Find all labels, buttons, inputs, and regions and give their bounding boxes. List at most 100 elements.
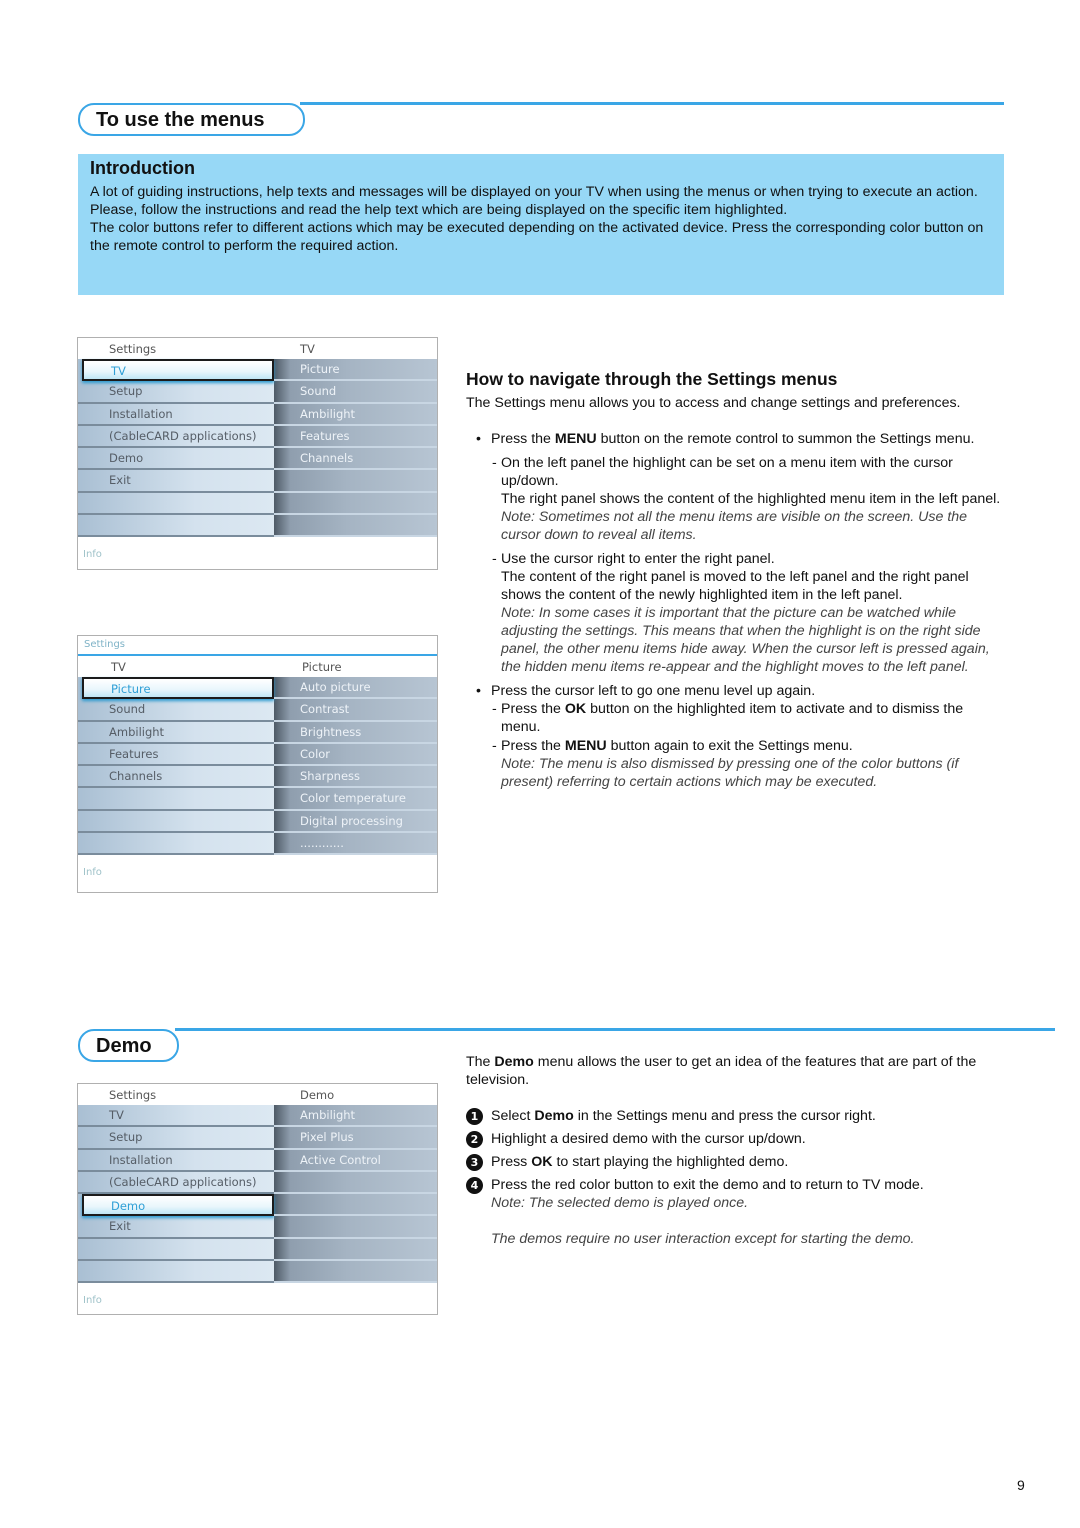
note: Note: The selected demo is played once.: [491, 1195, 749, 1211]
menu-right-item[interactable]: Digital processing: [274, 811, 437, 834]
step-number-icon: 2: [466, 1131, 483, 1148]
menu-right-item[interactable]: [274, 1216, 437, 1239]
menu-right-item[interactable]: Auto picture: [274, 677, 437, 700]
menu-right-item[interactable]: [274, 1261, 437, 1284]
menu-left-item[interactable]: Exit: [78, 470, 274, 493]
step-number-icon: 4: [466, 1177, 483, 1194]
menu-header: Settings TV: [78, 338, 437, 359]
menu-left-item-selected[interactable]: TV: [82, 359, 274, 382]
step-number-icon: 3: [466, 1154, 483, 1171]
menu-panels: Picture Sound Ambilight Features Channels Au…: [78, 677, 437, 856]
text: Press: [491, 1154, 532, 1170]
key-ok: OK: [531, 1154, 553, 1170]
text: button on the remote control to summon t…: [596, 431, 975, 447]
key-menu: MENU: [564, 738, 607, 754]
menu-left-item[interactable]: Sound: [78, 699, 274, 722]
intro-paragraph: Please, follow the instructions and read…: [90, 202, 788, 218]
menu-right-panel: Ambilight Pixel Plus Active Control: [274, 1105, 437, 1284]
menu-breadcrumb: Settings: [78, 636, 437, 656]
menu-right-item[interactable]: [274, 1194, 437, 1217]
text: The content of the right panel is moved …: [501, 569, 969, 603]
navigate-section: How to navigate through the Settings men…: [466, 370, 1006, 791]
menu-right-item[interactable]: Pixel Plus: [274, 1127, 437, 1150]
menu-right-item[interactable]: Features: [274, 426, 437, 449]
demo-step: 1 Select Demo in the Settings menu and p…: [466, 1107, 1006, 1125]
text: On the left panel the highlight can be s…: [501, 455, 953, 489]
menu-right-item[interactable]: Sound: [274, 381, 437, 404]
menu-right-item[interactable]: Ambilight: [274, 1105, 437, 1128]
demo-step: 3 Press OK to start playing the highligh…: [466, 1153, 1006, 1171]
menu-right-header: TV: [300, 342, 315, 356]
menu-right-item[interactable]: [274, 515, 437, 538]
intro-paragraph: A lot of guiding instructions, help text…: [90, 184, 978, 200]
text: Press the: [501, 738, 565, 754]
tv-menu-screenshot-demo: Settings Demo TV Setup Installation (CableC…: [77, 1083, 438, 1315]
menu-right-item[interactable]: Color temperature: [274, 788, 437, 811]
dash-item: - On the left panel the highlight can be…: [466, 454, 1006, 544]
section-title-menus: To use the menus: [78, 103, 305, 136]
dash-item: - Press the MENU button again to exit th…: [466, 737, 1006, 791]
menu-left-item[interactable]: [78, 515, 274, 538]
menu-left-item[interactable]: (CableCARD applications): [78, 1172, 274, 1195]
menu-right-item[interactable]: Picture: [274, 359, 437, 382]
menu-left-item[interactable]: Ambilight: [78, 722, 274, 744]
menu-left-item[interactable]: Features: [78, 744, 274, 767]
menu-right-header: Demo: [300, 1088, 335, 1102]
menu-left-item[interactable]: Installation: [78, 1150, 274, 1172]
menu-left-panel: TV Setup Installation (CableCARD applicatio…: [78, 1105, 274, 1284]
menu-left-item[interactable]: [78, 493, 274, 516]
menu-right-item[interactable]: Channels: [274, 448, 437, 471]
menu-right-header: Picture: [302, 660, 342, 674]
demo-step: 2 Highlight a desired demo with the curs…: [466, 1130, 1006, 1148]
menu-left-item[interactable]: [78, 811, 274, 834]
menu-right-item[interactable]: Contrast: [274, 699, 437, 722]
menu-right-item[interactable]: Sharpness: [274, 766, 437, 789]
menu-panels: TV Setup Installation (CableCARD applicatio…: [78, 1105, 437, 1284]
menu-right-item[interactable]: Brightness: [274, 722, 437, 744]
text: Highlight a desired demo with the cursor…: [491, 1131, 806, 1147]
menu-left-item[interactable]: [78, 788, 274, 811]
menu-left-header: TV: [111, 660, 126, 674]
section-rule: [300, 102, 1004, 105]
menu-right-item[interactable]: Color: [274, 744, 437, 767]
menu-left-item[interactable]: [78, 1239, 274, 1262]
menu-left-item[interactable]: [78, 833, 274, 856]
menu-left-item[interactable]: TV: [78, 1105, 274, 1128]
menu-right-item[interactable]: Active Control: [274, 1150, 437, 1172]
menu-left-item[interactable]: Channels: [78, 766, 274, 789]
menu-left-item[interactable]: Exit: [78, 1216, 274, 1239]
key-ok: OK: [564, 701, 587, 717]
menu-right-item[interactable]: [274, 1172, 437, 1195]
menu-info-bar: Info: [83, 1295, 102, 1307]
menu-left-item[interactable]: Installation: [78, 404, 274, 426]
menu-right-item[interactable]: [274, 1239, 437, 1262]
key-menu: MENU: [554, 431, 597, 447]
menu-info-bar: Info: [83, 549, 102, 561]
menu-left-item[interactable]: Setup: [78, 1127, 274, 1150]
menu-left-item-selected[interactable]: Picture: [82, 677, 274, 700]
menu-left-item[interactable]: (CableCARD applications): [78, 426, 274, 449]
bullet-item: Press the MENU button on the remote cont…: [466, 430, 1006, 448]
menu-right-item[interactable]: [274, 493, 437, 516]
menu-left-item[interactable]: Setup: [78, 381, 274, 404]
demo-step: 4 Press the red color button to exit the…: [466, 1176, 1006, 1212]
text: The: [466, 1054, 495, 1070]
text: in the Settings menu and press the curso…: [573, 1108, 876, 1124]
menu-right-item[interactable]: ............: [274, 833, 437, 856]
dash-marker: -: [492, 701, 497, 717]
menu-left-item[interactable]: [78, 1261, 274, 1284]
menu-right-item[interactable]: [274, 470, 437, 493]
menu-header: TV Picture: [78, 656, 437, 677]
intro-paragraph: The color buttons refer to different act…: [90, 220, 984, 254]
menu-info-bar: Info: [83, 867, 102, 879]
menu-left-panel: Picture Sound Ambilight Features Channels: [78, 677, 274, 856]
text: Press the: [491, 431, 555, 447]
dash-item: - Use the cursor right to enter the righ…: [466, 550, 1006, 676]
menu-left-item[interactable]: Demo: [78, 448, 274, 471]
menu-left-item-selected[interactable]: Demo: [82, 1194, 274, 1217]
dash-marker: -: [492, 455, 497, 471]
menu-right-item[interactable]: Ambilight: [274, 404, 437, 426]
menu-header: Settings Demo: [78, 1084, 437, 1105]
demo-footer-note: The demos require no user interaction ex…: [491, 1231, 915, 1247]
text: Use the cursor right to enter the right …: [501, 551, 775, 567]
